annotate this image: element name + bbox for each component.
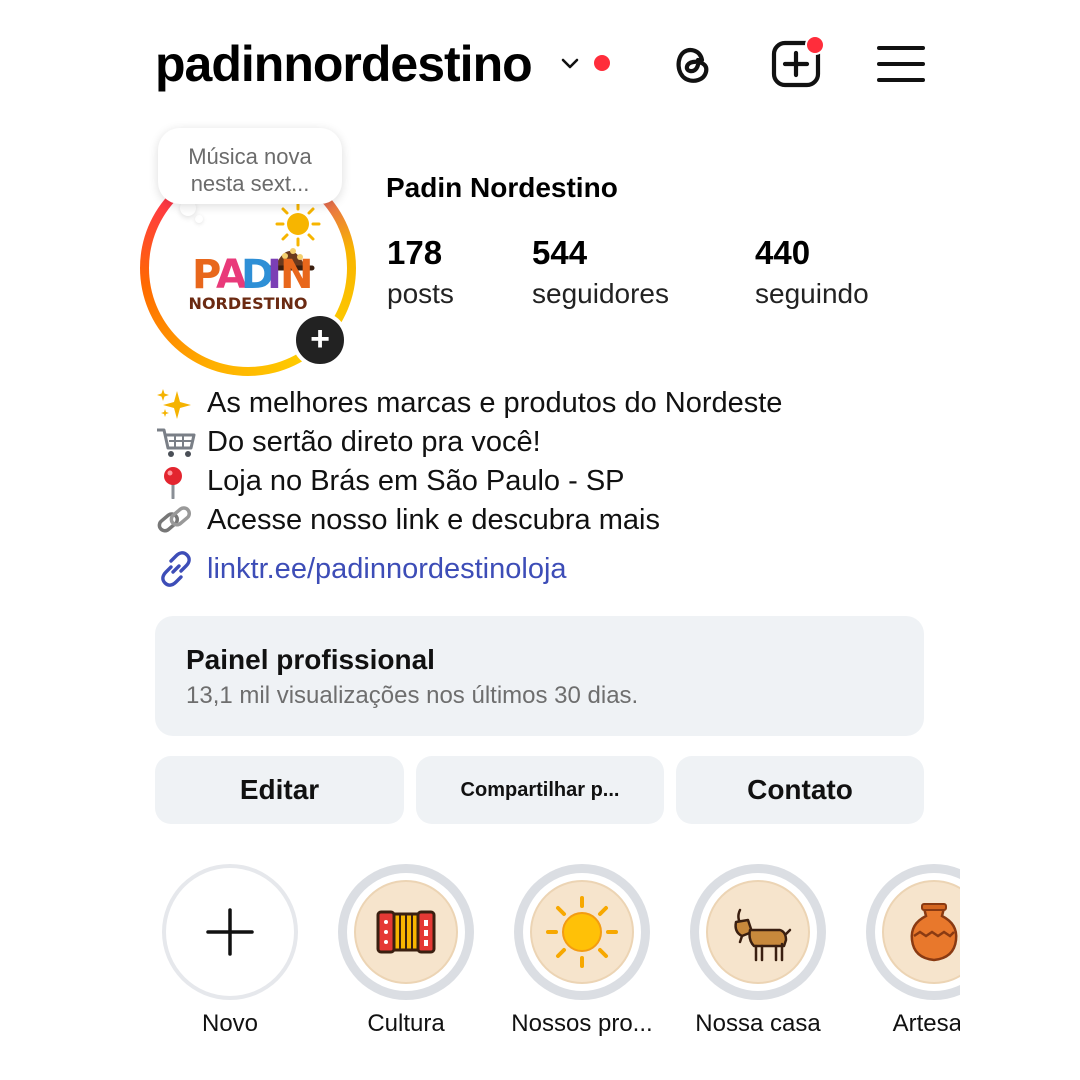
add-story-button[interactable]: +: [292, 312, 348, 368]
display-name: Padin Nordestino: [386, 172, 618, 203]
clay-pot-icon: [910, 903, 958, 962]
highlight-inner: [347, 873, 465, 991]
highlight-ring: [690, 864, 826, 1000]
bio-text: Do sertão direto pra você!: [207, 426, 541, 458]
svg-text:NORDESTINO: NORDESTINO: [189, 294, 308, 313]
dashboard-subtitle: 13,1 mil visualizações nos últimos 30 di…: [186, 682, 639, 709]
sparkles-icon: [157, 388, 191, 419]
highlight-label: Nossos pro...: [511, 1010, 653, 1037]
bio-line: Do sertão direto pra você!: [155, 423, 955, 462]
accordion-icon: [376, 910, 436, 954]
bio-line: Loja no Brás em São Paulo - SP: [155, 462, 955, 501]
contact-button[interactable]: Contato: [676, 756, 924, 824]
note-text: Música nova nesta sext...: [188, 144, 312, 196]
highlight-label: Cultura: [367, 1010, 445, 1037]
highlight-inner: [166, 868, 294, 996]
svg-text:N: N: [280, 252, 312, 298]
highlight-label: Nossa casa: [695, 1010, 821, 1037]
highlight-cover: [354, 880, 458, 984]
highlight-ring: [514, 864, 650, 1000]
notification-dot: [594, 55, 610, 71]
posts-count[interactable]: 178: [387, 234, 442, 272]
following-count[interactable]: 440: [755, 234, 810, 272]
highlight-cover: [706, 880, 810, 984]
bio-text: As melhores marcas e produtos do Nordest…: [207, 387, 783, 419]
dashboard-title: Painel profissional: [186, 644, 435, 675]
link-icon: [161, 551, 191, 587]
highlight-label: Novo: [201, 1010, 259, 1037]
bio-text: Acesse nosso link e descubra mais: [207, 504, 660, 536]
highlight-inner: [523, 873, 641, 991]
highlight-ring: [866, 864, 960, 1000]
highlight-inner: [699, 873, 817, 991]
highlight-cover: [530, 880, 634, 984]
chain-link-icon: [157, 505, 192, 533]
share-profile-button[interactable]: Compartilhar p...: [416, 756, 664, 824]
pushpin-icon: [164, 466, 182, 499]
professional-dashboard[interactable]: Painel profissional 13,1 mil visualizaçõ…: [155, 616, 924, 736]
bio-link[interactable]: linktr.ee/padinnordestinoloja: [155, 548, 567, 590]
hamburger-menu-icon[interactable]: [875, 40, 927, 92]
bio-line: As melhores marcas e produtos do Nordest…: [155, 384, 955, 423]
bio-text: Loja no Brás em São Paulo - SP: [207, 465, 625, 497]
highlight-cover: [882, 880, 960, 984]
following-label[interactable]: seguindo: [755, 278, 869, 310]
threads-icon[interactable]: [666, 38, 718, 90]
goat-icon: [734, 908, 792, 962]
profile-username[interactable]: padinnordestino: [155, 36, 533, 92]
sun-icon: [546, 896, 618, 968]
bio-line: Acesse nosso link e descubra mais: [155, 501, 955, 540]
followers-label[interactable]: seguidores: [532, 278, 669, 310]
svg-text:I: I: [267, 252, 281, 298]
followers-count[interactable]: 544: [532, 234, 587, 272]
bio: As melhores marcas e produtos do Nordest…: [155, 384, 955, 540]
edit-profile-button[interactable]: Editar: [155, 756, 404, 824]
plus-icon: [206, 908, 254, 956]
note-bubble-tail-small: [195, 215, 203, 223]
link-text[interactable]: linktr.ee/padinnordestinoloja: [207, 553, 567, 586]
shopping-cart-icon: [157, 428, 196, 457]
posts-label[interactable]: posts: [387, 278, 454, 310]
chevron-down-icon[interactable]: [558, 52, 582, 76]
highlight-ring: [338, 864, 474, 1000]
highlight-inner: [875, 873, 960, 991]
highlight-label: Artesan: [892, 1010, 960, 1037]
create-notification-dot: [805, 35, 825, 55]
highlight-ring: [162, 864, 298, 1000]
story-highlights: Novo Cultura Nossos pro... Nossa casa Ar…: [155, 860, 960, 1050]
